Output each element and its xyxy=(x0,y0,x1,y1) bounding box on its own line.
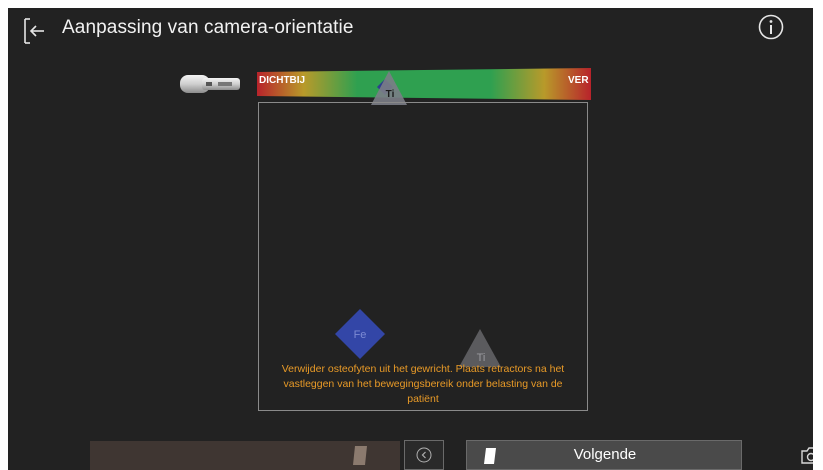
instruction-text: Verwijder osteofyten uit het gewricht. P… xyxy=(281,363,565,405)
info-button[interactable] xyxy=(758,14,784,40)
app-screen: Aanpassing van camera-orientatie DICHTBI… xyxy=(8,8,813,470)
femur-marker-label: Fe xyxy=(354,329,367,341)
femur-marker: Fe xyxy=(333,307,387,361)
chevron-left-circle-icon xyxy=(416,447,432,463)
progress-handle[interactable] xyxy=(353,446,367,465)
camera-tracker-icon xyxy=(178,72,244,96)
page-title: Aanpassing van camera-orientatie xyxy=(62,17,354,38)
info-icon xyxy=(758,14,784,40)
previous-button[interactable] xyxy=(404,440,444,470)
near-label: DICHTBIJ xyxy=(259,75,306,86)
back-button[interactable] xyxy=(22,16,46,46)
arrow-left-icon xyxy=(24,18,44,44)
next-button-label: Volgende xyxy=(573,446,637,463)
camera-icon xyxy=(801,447,813,464)
capture-button[interactable] xyxy=(800,444,813,466)
far-label: VER xyxy=(568,75,589,86)
distance-marker-label: Ti xyxy=(386,89,395,100)
next-button[interactable]: Volgende xyxy=(466,440,742,470)
